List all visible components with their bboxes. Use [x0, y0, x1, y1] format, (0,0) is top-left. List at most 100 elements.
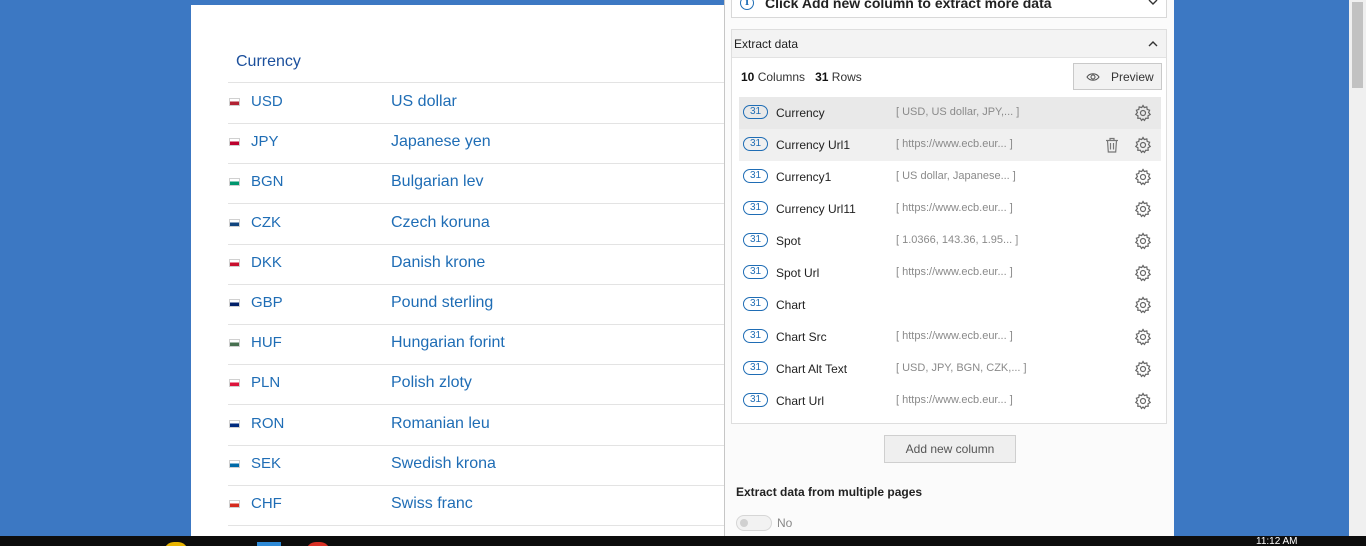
rows-label: Rows — [831, 70, 862, 84]
table-row: HUF Hungarian forint — [228, 324, 725, 366]
currency-code-link[interactable]: BGN — [251, 173, 284, 190]
currency-code-link[interactable]: JPY — [251, 133, 279, 150]
gear-icon[interactable] — [1134, 136, 1152, 154]
rows-count: 31 — [815, 70, 829, 84]
field-row[interactable]: 31 Chart Alt Text [ USD, JPY, BGN, CZK,...… — [739, 353, 1161, 385]
toggle-state-label: No — [777, 516, 793, 530]
field-name[interactable]: Currency — [776, 106, 825, 120]
field-sample: [ https://www.ecb.eur... ] — [896, 394, 1013, 406]
flag-icon — [229, 339, 240, 348]
gear-icon[interactable] — [1134, 264, 1152, 282]
currency-code-link[interactable]: HUF — [251, 334, 282, 351]
gear-icon[interactable] — [1134, 328, 1152, 346]
flag-icon — [229, 178, 240, 187]
gear-icon[interactable] — [1134, 232, 1152, 250]
clock: 11:12 AM — [1256, 536, 1298, 546]
field-row[interactable]: 31 Chart Url [ https://www.ecb.eur... ] — [739, 385, 1161, 417]
flag-icon — [229, 500, 240, 508]
table-row: RON Romanian leu — [228, 405, 725, 446]
currency-name-link[interactable]: Romanian leu — [391, 415, 490, 433]
currency-code-link[interactable]: CHF — [251, 495, 282, 512]
field-name[interactable]: Chart Alt Text — [776, 362, 847, 376]
multi-page-toggle[interactable] — [736, 515, 772, 531]
currency-name-link[interactable]: Pound sterling — [391, 294, 493, 312]
hint-text: Click Add new column to extract more dat… — [765, 0, 1052, 11]
flag-icon — [229, 218, 240, 227]
field-name[interactable]: Spot — [776, 234, 801, 248]
field-sample: [ https://www.ecb.eur... ] — [896, 266, 1013, 278]
webpage: Currency USD US dollar JPY Japanese yen BGN B… — [191, 5, 725, 546]
field-name[interactable]: Spot Url — [776, 266, 819, 280]
currency-name-link[interactable]: Bulgarian lev — [391, 173, 484, 191]
chevron-down-icon[interactable] — [1148, 0, 1158, 7]
currency-code-link[interactable]: USD — [251, 93, 283, 110]
field-count-badge: 31 — [743, 233, 768, 247]
field-sample: [ 1.0366, 143.36, 1.95... ] — [896, 234, 1019, 246]
currency-code-link[interactable]: CZK — [251, 214, 281, 231]
gear-icon[interactable] — [1134, 296, 1152, 314]
currency-code-link[interactable]: PLN — [251, 374, 280, 391]
hint-banner[interactable]: i Click Add new column to extract more d… — [731, 0, 1167, 18]
preview-label: Preview — [1111, 70, 1154, 84]
field-row[interactable]: 31 Currency1 [ US dollar, Japanese... ] — [739, 161, 1161, 193]
currency-column-header[interactable]: Currency — [236, 53, 301, 71]
flag-icon — [229, 138, 240, 147]
currency-name-link[interactable]: US dollar — [391, 93, 457, 111]
currency-code-link[interactable]: SEK — [251, 455, 281, 472]
gear-icon[interactable] — [1134, 392, 1152, 410]
info-icon: i — [740, 0, 754, 10]
field-name[interactable]: Currency Url11 — [776, 202, 856, 216]
field-count-badge: 31 — [743, 361, 768, 375]
trash-icon[interactable] — [1105, 137, 1119, 153]
currency-code-link[interactable]: DKK — [251, 254, 282, 271]
app-icon[interactable] — [257, 542, 281, 546]
field-row[interactable]: 31 Currency Url1 [ https://www.ecb.eur... … — [739, 129, 1161, 161]
table-row: PLN Polish zloty — [228, 364, 725, 406]
currency-name-link[interactable]: Hungarian forint — [391, 334, 505, 352]
vertical-scrollbar[interactable] — [1349, 0, 1366, 536]
currency-code-link[interactable]: GBP — [251, 294, 283, 311]
currency-name-link[interactable]: Swedish krona — [391, 455, 496, 473]
field-row[interactable]: 31 Spot Url [ https://www.ecb.eur... ] — [739, 257, 1161, 289]
table-row: BGN Bulgarian lev — [228, 163, 725, 205]
field-row[interactable]: 31 Chart Src [ https://www.ecb.eur... ] — [739, 321, 1161, 353]
field-row[interactable]: 31 Spot [ 1.0366, 143.36, 1.95... ] — [739, 225, 1161, 257]
field-sample: [ https://www.ecb.eur... ] — [896, 138, 1013, 150]
chrome-icon[interactable] — [306, 542, 330, 546]
flag-icon — [229, 98, 240, 106]
chevron-up-icon[interactable] — [1148, 39, 1158, 49]
field-sample: [ USD, JPY, BGN, CZK,... ] — [896, 362, 1027, 374]
extract-data-header[interactable]: Extract data — [732, 30, 1166, 58]
field-name[interactable]: Chart Url — [776, 394, 824, 408]
table-row: DKK Danish krone — [228, 244, 725, 285]
gear-icon[interactable] — [1134, 360, 1152, 378]
flag-icon — [229, 258, 240, 267]
field-row[interactable]: 31 Currency [ USD, US dollar, JPY,... ] — [739, 97, 1161, 129]
currency-code-link[interactable]: RON — [251, 415, 284, 432]
flag-icon — [229, 299, 240, 307]
field-name[interactable]: Chart — [776, 298, 805, 312]
field-count-badge: 31 — [743, 137, 768, 151]
gear-icon[interactable] — [1134, 104, 1152, 122]
gear-icon[interactable] — [1134, 168, 1152, 186]
currency-name-link[interactable]: Danish krone — [391, 254, 485, 272]
gear-icon[interactable] — [1134, 200, 1152, 218]
field-name[interactable]: Currency Url1 — [776, 138, 850, 152]
browser-icon[interactable] — [164, 542, 188, 546]
preview-button[interactable]: Preview — [1073, 63, 1162, 90]
field-sample: [ https://www.ecb.eur... ] — [896, 202, 1013, 214]
scrollbar-thumb[interactable] — [1352, 2, 1363, 88]
taskbar: 11:12 AM — [0, 536, 1366, 546]
field-row[interactable]: 31 Currency Url11 [ https://www.ecb.eur...… — [739, 193, 1161, 225]
field-row[interactable]: 31 Chart — [739, 289, 1161, 321]
currency-name-link[interactable]: Czech koruna — [391, 214, 490, 232]
currency-name-link[interactable]: Swiss franc — [391, 495, 473, 513]
currency-name-link[interactable]: Polish zloty — [391, 374, 472, 392]
field-count-badge: 31 — [743, 105, 768, 119]
table-row: USD US dollar — [228, 83, 725, 124]
currency-name-link[interactable]: Japanese yen — [391, 133, 491, 151]
extract-data-title: Extract data — [734, 37, 799, 51]
field-name[interactable]: Currency1 — [776, 170, 831, 184]
field-name[interactable]: Chart Src — [776, 330, 827, 344]
add-new-column-button[interactable]: Add new column — [884, 435, 1016, 463]
